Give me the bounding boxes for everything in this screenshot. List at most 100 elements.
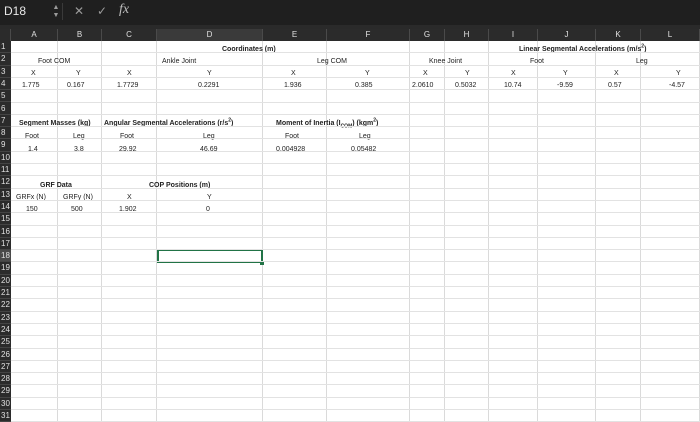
gridline [11, 249, 700, 251]
column-header-e[interactable]: E [263, 29, 327, 41]
row-header-3[interactable]: 3 [0, 66, 11, 78]
row-header-17[interactable]: 17 [0, 238, 11, 251]
gridline [11, 113, 700, 115]
row-header-8[interactable]: 8 [0, 127, 11, 140]
gridline [444, 41, 445, 422]
row-header-13[interactable]: 13 [0, 189, 11, 201]
mass-leg-header[interactable]: Leg [73, 132, 85, 141]
column-header-i[interactable]: I [489, 29, 538, 41]
row-header-21[interactable]: 21 [0, 287, 11, 300]
column-header-h[interactable]: H [445, 29, 489, 41]
gridline [11, 89, 700, 91]
gridline [11, 224, 700, 226]
row-header-12[interactable]: 12 [0, 176, 11, 189]
row-header-24[interactable]: 24 [0, 324, 11, 337]
row-header-bar: 1 2 3 4 5 6 7 8 9 10 11 12 13 14 15 16 17 18 19 20 21 22 23 24 2… [0, 41, 11, 422]
grf-data-title[interactable]: GRF Data [40, 181, 72, 190]
row-header-16[interactable]: 16 [0, 226, 11, 238]
row-header-11[interactable]: 11 [0, 164, 11, 177]
gridline [11, 298, 700, 300]
gridline [11, 187, 700, 189]
row-header-7[interactable]: 7 [0, 115, 11, 128]
ang-leg-header[interactable]: Leg [203, 132, 215, 141]
gridline [11, 138, 700, 140]
column-header-c[interactable]: C [102, 29, 157, 41]
gridline [11, 261, 700, 263]
moi-leg-header[interactable]: Leg [359, 132, 371, 141]
mass-foot-header[interactable]: Foot [25, 132, 39, 141]
gridline [11, 396, 700, 398]
select-all-corner[interactable] [0, 29, 11, 41]
ang-foot-value[interactable]: 29.92 [119, 145, 137, 154]
row-header-15[interactable]: 15 [0, 213, 11, 226]
fx-icon[interactable]: fx [119, 2, 129, 18]
row-header-29[interactable]: 29 [0, 385, 11, 398]
row-header-19[interactable]: 19 [0, 262, 11, 275]
row-header-26[interactable]: 26 [0, 349, 11, 361]
row-header-4[interactable]: 4 [0, 78, 11, 91]
gridline [488, 41, 489, 422]
ang-foot-header[interactable]: Foot [120, 132, 134, 141]
column-header-b[interactable]: B [58, 29, 102, 41]
column-header-l[interactable]: L [641, 29, 700, 41]
row-header-27[interactable]: 27 [0, 361, 11, 374]
cop-positions-title[interactable]: COP Positions (m) [149, 181, 210, 190]
row-header-30[interactable]: 30 [0, 398, 11, 410]
gridline [262, 41, 263, 422]
row-header-22[interactable]: 22 [0, 299, 11, 312]
column-header-f[interactable]: F [327, 29, 410, 41]
column-header-g[interactable]: G [410, 29, 445, 41]
row-header-9[interactable]: 9 [0, 139, 11, 152]
row-header-31[interactable]: 31 [0, 410, 11, 422]
mass-leg-value[interactable]: 3.8 [74, 145, 84, 154]
ang-leg-value[interactable]: 46.69 [200, 145, 218, 154]
gridline [11, 409, 700, 410]
gridline [409, 41, 410, 422]
row-header-28[interactable]: 28 [0, 373, 11, 386]
gridline [57, 41, 58, 422]
cancel-icon[interactable]: ✕ [74, 4, 84, 18]
up-down-arrows-icon[interactable]: ▲ ▼ [52, 4, 60, 20]
moi-leg-value[interactable]: 0.05482 [351, 145, 376, 154]
row-header-1[interactable]: 1 [0, 41, 11, 54]
gridline [595, 41, 596, 422]
gridline [156, 41, 157, 422]
mass-foot-value[interactable]: 1.4 [28, 145, 38, 154]
column-header-bar: A B C D E F G H I J K L [0, 29, 700, 41]
gridline [11, 372, 700, 374]
gridline [11, 286, 700, 287]
gridline [11, 175, 700, 177]
row-header-20[interactable]: 20 [0, 275, 11, 287]
row-header-18[interactable]: 18 [0, 250, 11, 263]
row-header-10[interactable]: 10 [0, 152, 11, 164]
column-header-a[interactable]: A [11, 29, 58, 41]
formula-bar: D18 ▲ ▼ ✕ ✓ fx [0, 0, 700, 25]
check-icon[interactable]: ✓ [97, 4, 107, 18]
gridline [11, 322, 700, 324]
gridline [11, 212, 700, 214]
moi-foot-header[interactable]: Foot [285, 132, 299, 141]
gridline [537, 41, 538, 422]
sheet-grid[interactable]: Coordinates (m) Linear Segmental Acceler… [11, 41, 700, 422]
gridline [11, 64, 700, 66]
gridline [11, 126, 700, 128]
column-header-j[interactable]: J [538, 29, 596, 41]
formula-input[interactable] [140, 3, 700, 21]
moi-foot-value[interactable]: 0.004928 [276, 145, 305, 154]
row-header-14[interactable]: 14 [0, 201, 11, 214]
row-header-25[interactable]: 25 [0, 336, 11, 349]
gridline [11, 101, 700, 103]
column-header-k[interactable]: K [596, 29, 641, 41]
column-header-d[interactable]: D [157, 29, 263, 41]
gridline [640, 41, 641, 422]
gridline [11, 273, 700, 275]
gridline [11, 359, 700, 361]
row-header-6[interactable]: 6 [0, 103, 11, 115]
gridline [11, 335, 700, 337]
row-header-2[interactable]: 2 [0, 53, 11, 66]
gridline [11, 347, 700, 349]
row-header-5[interactable]: 5 [0, 90, 11, 103]
row-header-23[interactable]: 23 [0, 312, 11, 324]
gridline [11, 236, 700, 238]
gridline [11, 310, 700, 312]
